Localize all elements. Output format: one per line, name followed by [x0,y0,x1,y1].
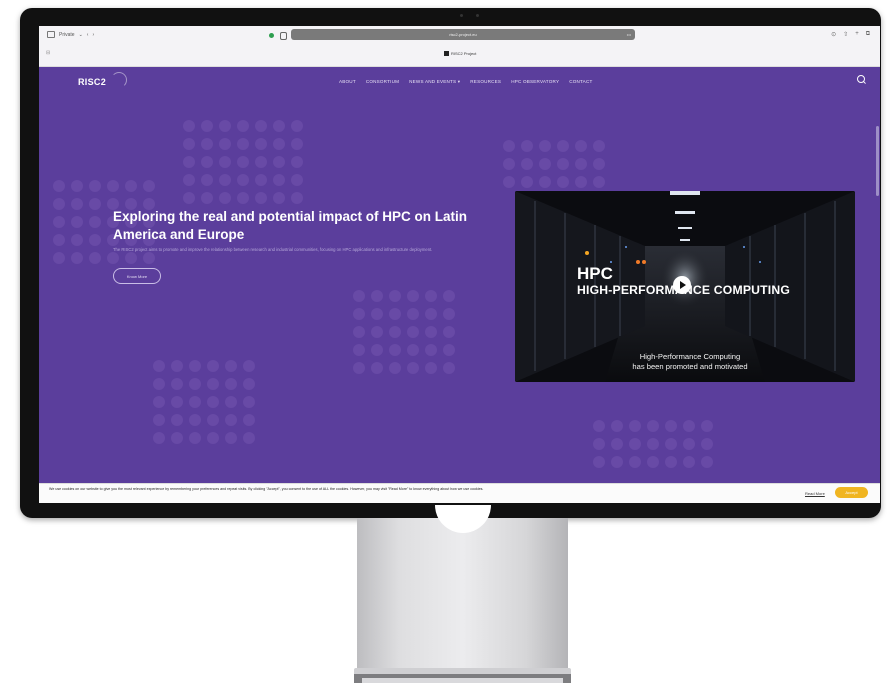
screen: Private ⌄ ‹ › risc2-project.eu ••• ⊙ ⇧ +… [39,26,880,503]
website: RISC2 ABOUT CONSORTIUM NEWS AND EVENTS ▾… [39,66,880,503]
orange-dot-icon [585,251,589,255]
nav-resources[interactable]: RESOURCES [470,79,501,85]
download-icon[interactable]: ⊙ [831,31,836,38]
new-tab-icon[interactable]: + [855,31,859,38]
video-caption-line1: High-Performance Computing [639,352,741,361]
nav-contact[interactable]: CONTACT [569,79,592,85]
tab-risc2[interactable]: RISC2 Project [444,50,476,57]
monitor-bezel: Private ⌄ ‹ › risc2-project.eu ••• ⊙ ⇧ +… [20,8,881,518]
camera-dot [460,14,463,17]
camera-dot [476,14,479,17]
nav-news-and-events[interactable]: NEWS AND EVENTS ▾ [409,79,460,85]
url-text: risc2-project.eu [449,32,477,37]
tab-controls: Private ⌄ ‹ › [47,31,94,38]
hero-description: The RISC2 project aims to promote and im… [113,247,433,252]
search-icon[interactable] [857,75,865,83]
monitor-stand [357,518,568,668]
video-heading: HPC [577,264,613,283]
hero-video[interactable]: HPC HIGH-PERFORMANCE COMPUTING High-Perf… [515,191,855,382]
cookie-banner: We use cookies on our website to give yo… [39,483,880,503]
hero-title: Exploring the real and potential impact … [113,209,468,242]
extension-icon[interactable] [269,33,274,38]
browser-chrome: Private ⌄ ‹ › risc2-project.eu ••• ⊙ ⇧ +… [39,26,880,67]
sidebar-icon[interactable] [47,31,55,38]
favicon-icon [444,51,449,56]
cookie-text: We use cookies on our website to give yo… [49,487,484,491]
video-caption-line2: has been promoted and motivated [632,362,748,371]
orange-dot-icon [636,260,640,264]
main-nav: ABOUT CONSORTIUM NEWS AND EVENTS ▾ RESOU… [339,79,592,85]
site-logo[interactable]: RISC2 [78,77,106,87]
nav-consortium[interactable]: CONSORTIUM [366,79,399,85]
know-more-button[interactable]: Know More [113,268,161,284]
orange-dot-icon [642,260,646,264]
play-icon[interactable] [673,276,691,294]
nav-hpc-observatory[interactable]: HPC OBSERVATORY [511,79,559,85]
forward-icon[interactable]: › [92,32,94,38]
private-label: Private [59,31,75,38]
stand-base-foot [362,678,563,683]
toolbar-right: ⊙ ⇧ + ⧉ [831,31,870,38]
privacy-shield-icon[interactable] [280,32,287,40]
nav-about[interactable]: ABOUT [339,79,356,85]
page-scrollbar[interactable] [876,126,879,196]
back-icon[interactable]: ‹ [87,32,89,38]
tabs-overview-icon[interactable]: ⧉ [866,31,870,38]
more-icon[interactable]: ••• [627,32,631,37]
sidebar-glyph-icon[interactable]: ⊟ [46,50,50,56]
tab-title: RISC2 Project [451,51,477,56]
share-icon[interactable]: ⇧ [843,31,848,38]
logo-arc-icon [111,72,127,88]
read-more-link[interactable]: Read More [805,491,825,496]
url-bar[interactable]: risc2-project.eu ••• [291,29,635,40]
accept-button[interactable]: Accept [835,487,868,498]
chevron-down-icon[interactable]: ⌄ [79,32,83,38]
